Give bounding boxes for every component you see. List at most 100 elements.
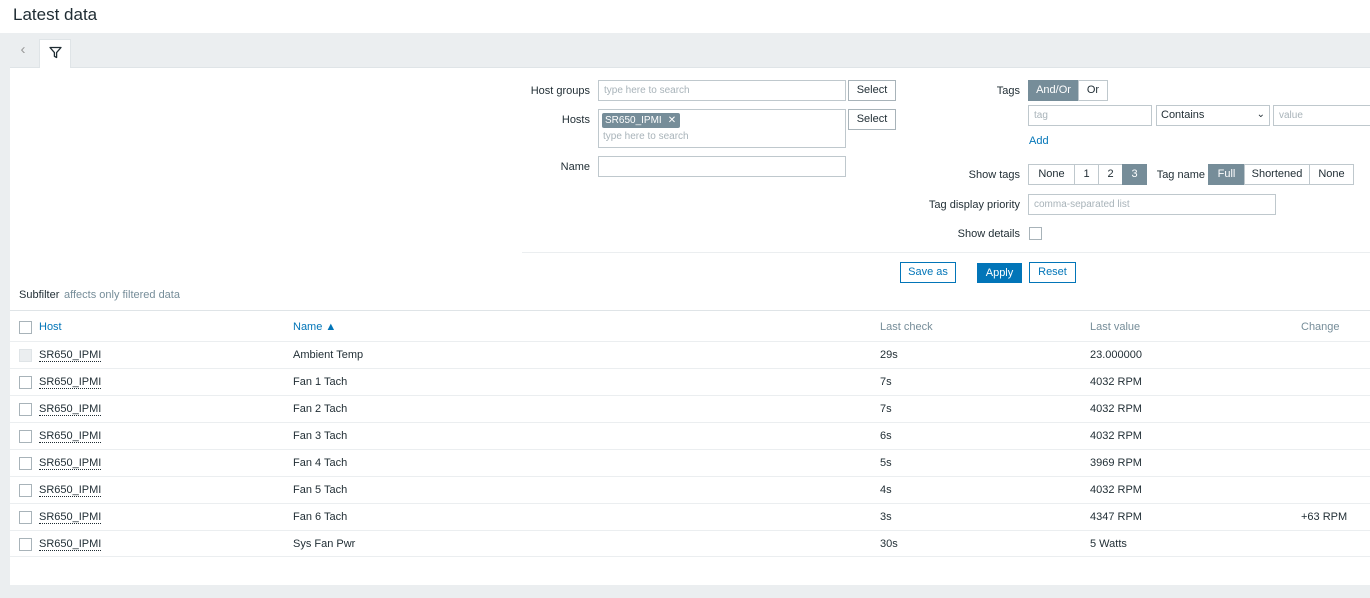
tag-name-full[interactable]: Full bbox=[1208, 164, 1245, 185]
host-chip: SR650_IPMI ✕ bbox=[602, 113, 681, 128]
tags-label: Tags bbox=[996, 85, 1020, 97]
show-details-label: Show details bbox=[957, 228, 1020, 240]
row-last-value: 4032 RPM bbox=[1090, 403, 1142, 415]
select-all-checkbox[interactable] bbox=[19, 321, 32, 334]
row-last-check: 30s bbox=[880, 538, 898, 550]
subfilter-label: Subfilter bbox=[19, 289, 60, 301]
hosts-label: Hosts bbox=[561, 114, 590, 126]
name-label: Name bbox=[560, 161, 590, 173]
row-checkbox[interactable] bbox=[19, 538, 32, 551]
row-last-check: 4s bbox=[880, 484, 892, 496]
row-last-value: 4032 RPM bbox=[1090, 430, 1142, 442]
row-host-link[interactable]: SR650_IPMI bbox=[39, 376, 102, 389]
row-change: +63 RPM bbox=[1301, 511, 1348, 523]
tag-operator-select[interactable]: Contains ⌄ bbox=[1156, 105, 1270, 126]
row-checkbox[interactable] bbox=[19, 349, 32, 362]
row-last-check: 7s bbox=[880, 403, 892, 415]
show-tags-none[interactable]: None bbox=[1028, 164, 1075, 185]
show-tags-3[interactable]: 3 bbox=[1122, 164, 1147, 185]
host-chip-label: SR650_IPMI bbox=[605, 115, 662, 126]
subfilter-bar: Subfilter affects only filtered data bbox=[10, 283, 1370, 310]
row-last-check: 6s bbox=[880, 430, 892, 442]
table-row: SR650_IPMI Fan 2 Tach 7s 4032 RPM bbox=[10, 395, 1370, 422]
table-row: SR650_IPMI Fan 1 Tach 7s 4032 RPM bbox=[10, 368, 1370, 395]
show-tags-2[interactable]: 2 bbox=[1098, 164, 1123, 185]
row-host-link[interactable]: SR650_IPMI bbox=[39, 457, 102, 470]
row-host-link[interactable]: SR650_IPMI bbox=[39, 403, 102, 416]
row-name: Sys Fan Pwr bbox=[293, 538, 356, 550]
row-name: Fan 3 Tach bbox=[293, 430, 348, 442]
row-name: Fan 2 Tach bbox=[293, 403, 348, 415]
save-as-button[interactable]: Save as bbox=[900, 262, 956, 283]
table-row: SR650_IPMI Fan 6 Tach 3s 4347 RPM +63 RP… bbox=[10, 503, 1370, 530]
row-host-link[interactable]: SR650_IPMI bbox=[39, 484, 102, 497]
tags-evaltype-toggle: And/Or Or bbox=[1028, 80, 1108, 101]
row-host-link[interactable]: SR650_IPMI bbox=[39, 538, 102, 551]
hosts-multiselect[interactable]: SR650_IPMI ✕ type here to search bbox=[598, 109, 846, 148]
tag-operator-value: Contains bbox=[1161, 109, 1205, 121]
row-name: Fan 1 Tach bbox=[293, 376, 348, 388]
reset-button[interactable]: Reset bbox=[1029, 262, 1076, 283]
row-checkbox[interactable] bbox=[19, 511, 32, 524]
row-last-check: 7s bbox=[880, 376, 892, 388]
host-groups-select-button[interactable]: Select bbox=[848, 80, 896, 101]
row-last-value: 5 Watts bbox=[1090, 538, 1127, 550]
row-checkbox[interactable] bbox=[19, 484, 32, 497]
row-checkbox[interactable] bbox=[19, 430, 32, 443]
tag-name-none[interactable]: None bbox=[1309, 164, 1354, 185]
page-header: Latest data bbox=[0, 0, 1370, 33]
row-last-value: 4032 RPM bbox=[1090, 484, 1142, 496]
row-host-link[interactable]: SR650_IPMI bbox=[39, 430, 102, 443]
row-last-value: 3969 RPM bbox=[1090, 457, 1142, 469]
header-last-check: Last check bbox=[880, 321, 933, 333]
row-checkbox[interactable] bbox=[19, 376, 32, 389]
chevron-down-icon: ⌄ bbox=[1256, 109, 1265, 120]
table-row: SR650_IPMI Fan 4 Tach 5s 3969 RPM bbox=[10, 449, 1370, 476]
row-name: Fan 4 Tach bbox=[293, 457, 348, 469]
header-name[interactable]: Name ▲ bbox=[293, 321, 336, 333]
host-groups-input[interactable]: type here to search bbox=[598, 80, 846, 101]
row-last-value: 4032 RPM bbox=[1090, 376, 1142, 388]
tag-name-toggle: Full Shortened None bbox=[1208, 164, 1354, 185]
row-last-check: 3s bbox=[880, 511, 892, 523]
show-details-checkbox[interactable] bbox=[1029, 227, 1042, 240]
add-tag-link[interactable]: Add bbox=[1029, 135, 1049, 147]
row-last-value: 4347 RPM bbox=[1090, 511, 1142, 523]
filter-tabs: ‹ bbox=[10, 33, 1370, 68]
hosts-select-button[interactable]: Select bbox=[848, 109, 896, 130]
tag-value-input[interactable]: value bbox=[1273, 105, 1370, 126]
header-host[interactable]: Host bbox=[39, 321, 62, 333]
table-row: SR650_IPMI Ambient Temp 29s 23.000000 bbox=[10, 341, 1370, 368]
tag-name-shortened[interactable]: Shortened bbox=[1244, 164, 1310, 185]
row-last-value: 23.000000 bbox=[1090, 349, 1142, 361]
tags-and-or-option[interactable]: And/Or bbox=[1028, 80, 1079, 101]
filter-divider bbox=[522, 252, 1370, 253]
row-host-link[interactable]: SR650_IPMI bbox=[39, 349, 102, 362]
tags-or-option[interactable]: Or bbox=[1078, 80, 1108, 101]
row-host-link[interactable]: SR650_IPMI bbox=[39, 511, 102, 524]
row-checkbox[interactable] bbox=[19, 457, 32, 470]
filter-icon bbox=[49, 46, 62, 59]
chevron-left-icon[interactable]: ‹ bbox=[16, 41, 30, 59]
page-title: Latest data bbox=[13, 5, 98, 24]
filter-tab[interactable] bbox=[39, 39, 71, 68]
tag-input[interactable]: tag bbox=[1028, 105, 1152, 126]
row-name: Fan 5 Tach bbox=[293, 484, 348, 496]
tag-display-priority-input[interactable]: comma-separated list bbox=[1028, 194, 1276, 215]
hosts-input[interactable]: type here to search bbox=[603, 131, 689, 142]
name-input[interactable] bbox=[598, 156, 846, 177]
row-last-check: 29s bbox=[880, 349, 898, 361]
row-checkbox[interactable] bbox=[19, 403, 32, 416]
row-name: Ambient Temp bbox=[293, 349, 364, 361]
apply-button[interactable]: Apply bbox=[977, 263, 1022, 284]
table-row: SR650_IPMI Sys Fan Pwr 30s 5 Watts bbox=[10, 530, 1370, 557]
remove-chip-icon[interactable]: ✕ bbox=[668, 115, 676, 126]
show-tags-1[interactable]: 1 bbox=[1074, 164, 1099, 185]
filter-panel: ‹ Host groups type here to search Select… bbox=[10, 33, 1370, 293]
tag-display-priority-label: Tag display priority bbox=[928, 199, 1020, 211]
show-tags-label: Show tags bbox=[968, 169, 1020, 181]
row-last-check: 5s bbox=[880, 457, 892, 469]
tag-name-label: Tag name bbox=[1156, 169, 1205, 181]
row-name: Fan 6 Tach bbox=[293, 511, 348, 523]
table-row: SR650_IPMI Fan 5 Tach 4s 4032 RPM bbox=[10, 476, 1370, 503]
